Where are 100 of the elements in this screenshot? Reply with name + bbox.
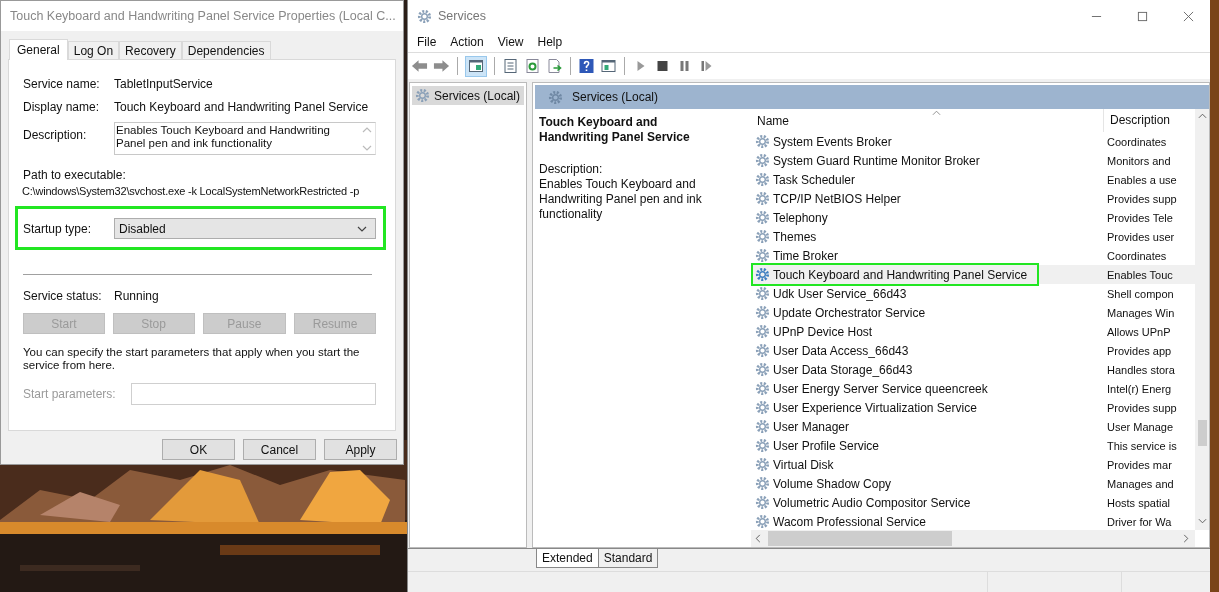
table-cell: User Data Access_66d43 [773,343,909,358]
table-cell: Virtual Disk [773,457,834,472]
table-row[interactable]: Wacom Professional Service Driver for Wa [751,512,1195,530]
description-text: Enables Touch Keyboard and Handwriting Panel pen and ink functionality [115,123,331,151]
close-icon[interactable] [1183,10,1194,22]
tab[interactable]: General [9,39,68,60]
field-label: Service name: [23,76,101,91]
gear-icon [755,457,770,472]
gear-icon [755,476,770,491]
gear-icon [755,153,770,168]
table-cell: Provides Tele [1107,211,1173,224]
table-cell: Coordinates [1107,249,1167,262]
gear-icon [755,210,770,225]
gear-icon [755,267,770,282]
scroll-down-icon[interactable] [1197,518,1207,524]
vertical-scrollbar[interactable] [1195,109,1209,530]
table-row[interactable]: User Energy Server Service queencreek Intel(r) Energ [751,379,1195,398]
table-cell: UPnP Device Host [773,324,873,339]
properties-icon[interactable] [502,58,519,74]
table-row[interactable]: Telephony Provides Tele [751,208,1195,227]
menu-item[interactable]: Action [450,35,484,49]
dialog-button[interactable]: Cancel [243,439,316,460]
export-icon[interactable] [546,58,563,74]
maximize-icon[interactable] [1137,10,1148,22]
gear-icon [755,172,770,187]
field-label: Display name: [23,99,101,114]
scroll-thumb[interactable] [1197,420,1207,446]
menu-item[interactable]: Help [537,35,563,49]
table-row[interactable]: Themes Provides user [751,227,1195,246]
table-row[interactable]: Touch Keyboard and Handwriting Panel Service Enables Touc [751,265,1195,284]
pane-title: Services (Local) [572,90,659,104]
table-cell: User Data Storage_66d43 [773,362,913,377]
table-cell: Provides supp [1107,192,1177,205]
table-cell: Allows UPnP [1107,325,1171,338]
table-row[interactable]: Volume Shadow Copy Manages and [751,474,1195,493]
table-cell: This service is [1107,439,1177,452]
table-row[interactable]: Update Orchestrator Service Manages Win [751,303,1195,322]
scroll-right-icon[interactable] [1183,534,1189,543]
table-cell: User Profile Service [773,438,880,453]
gear-icon [415,88,430,103]
menu-item[interactable]: View [497,35,524,49]
table-row[interactable]: Udk User Service_66d43 Shell compon [751,284,1195,303]
gear-icon [755,495,770,510]
refresh-icon[interactable] [524,58,541,74]
tab[interactable]: Log On [67,41,120,59]
table-row[interactable]: Time Broker Coordinates [751,246,1195,265]
table-row[interactable]: TCP/IP NetBIOS Helper Provides supp [751,189,1195,208]
column-header[interactable]: Description [1103,109,1171,132]
table-cell: System Events Broker [773,134,892,149]
table-cell: Task Scheduler [773,172,856,187]
startup-type-dropdown[interactable]: Disabled [114,218,376,239]
table-row[interactable]: Task Scheduler Enables a use [751,170,1195,189]
tab[interactable]: Dependencies [181,41,271,59]
field-label: Service status: [23,288,103,303]
gear-icon [755,514,770,529]
table-cell: Provides supp [1107,401,1177,414]
table-cell: Manages and [1107,477,1174,490]
console-tree-button[interactable] [465,55,487,77]
table-row[interactable]: Virtual Disk Provides mar [751,455,1195,474]
table-row[interactable]: System Guard Runtime Monitor Broker Monitors and [751,151,1195,170]
table-cell: Provides app [1107,344,1172,357]
field-value: Touch Keyboard and Handwriting Panel Service [114,99,369,114]
gear-icon [755,343,770,358]
table-row[interactable]: UPnP Device Host Allows UPnP [751,322,1195,341]
table-cell: User Manage [1107,420,1174,433]
scroll-up-icon[interactable] [1197,113,1207,119]
gear-icon [755,438,770,453]
table-row[interactable]: System Events Broker Coordinates [751,132,1195,151]
help-icon[interactable] [578,58,595,74]
table-row[interactable]: User Data Storage_66d43 Handles stora [751,360,1195,379]
menu-item[interactable]: File [417,35,437,49]
gear-icon [755,286,770,301]
dialog-button[interactable]: Apply [324,439,397,460]
hint-text: You can specify the start parameters that apply when you start the service from here. [23,346,361,372]
table-row[interactable]: User Manager User Manage [751,417,1195,436]
back-arrow-icon[interactable] [411,58,428,74]
scroll-thumb[interactable] [768,531,952,546]
tree-item[interactable]: Services (Local) [412,86,524,105]
gear-icon [755,229,770,244]
scroll-left-icon[interactable] [755,534,761,543]
table-cell: Driver for Wa [1107,515,1172,528]
table-row[interactable]: User Profile Service This service is [751,436,1195,455]
forward-arrow-icon[interactable] [433,58,450,74]
gear-icon [548,89,563,105]
horizontal-scrollbar[interactable] [751,530,1195,547]
table-row[interactable]: User Experience Virtualization Service Provides supp [751,398,1195,417]
gear-icon [755,305,770,320]
action-pane-icon[interactable] [600,58,617,74]
gear-icon [755,248,770,263]
table-row[interactable]: User Data Access_66d43 Provides app [751,341,1195,360]
tab[interactable]: Extended [536,549,599,568]
window-title: Services [438,9,486,23]
tab[interactable]: Standard [597,549,659,568]
column-header[interactable]: Name [751,113,1103,128]
dialog-button[interactable]: OK [162,439,235,460]
tab[interactable]: Recovery [119,41,182,59]
table-row[interactable]: Volumetric Audio Compositor Service Hosts spatial [751,493,1195,512]
description-label: Description: [539,162,604,177]
service-title: Touch Keyboard and Handwriting Panel Service [539,115,691,145]
table-cell: Update Orchestrator Service [773,305,926,320]
